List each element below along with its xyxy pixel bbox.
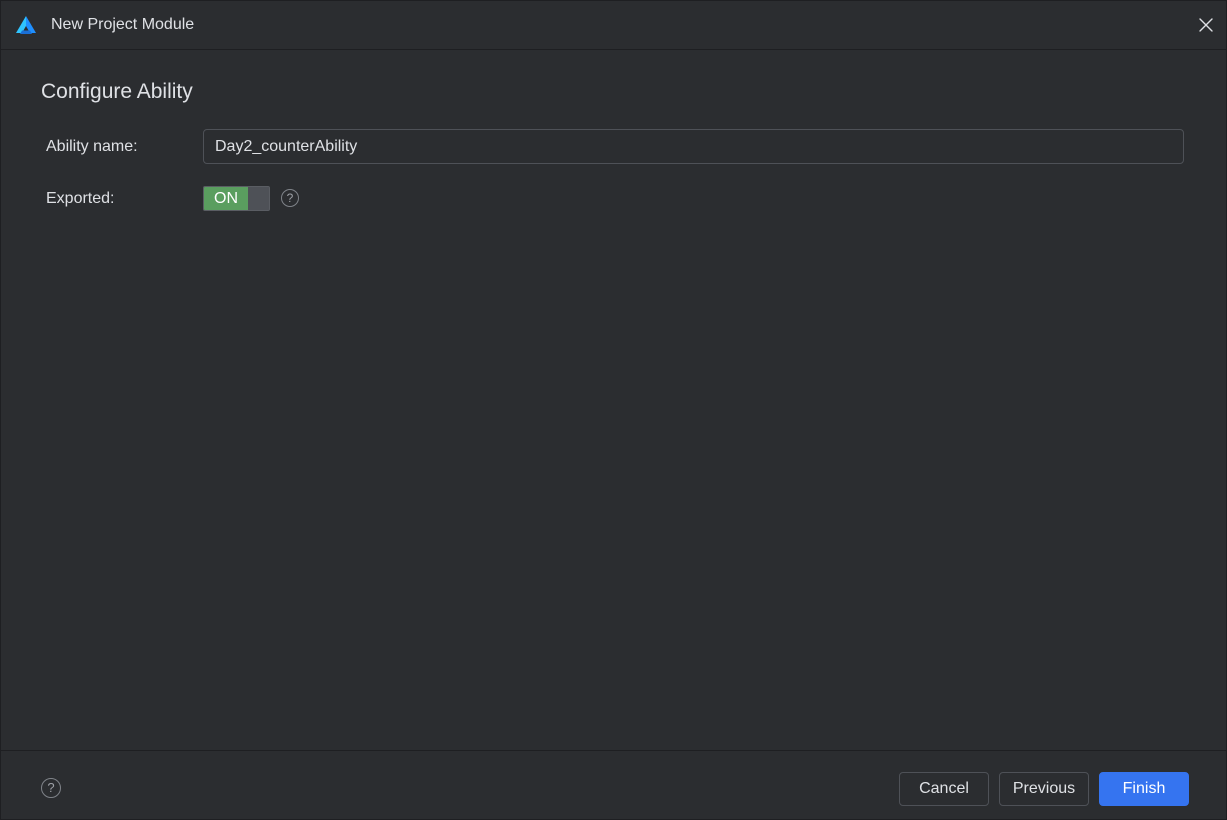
help-icon[interactable]: ? [281, 189, 299, 207]
footer-divider [1, 750, 1226, 751]
ability-name-input[interactable] [203, 129, 1184, 164]
title-bar: New Project Module [1, 1, 1226, 50]
close-icon[interactable] [1196, 15, 1216, 35]
deveco-logo-icon [15, 15, 37, 35]
exported-label: Exported: [46, 190, 115, 207]
new-project-module-dialog: New Project Module Configure Ability Abi… [0, 0, 1227, 820]
ability-name-label: Ability name: [46, 138, 138, 155]
section-title: Configure Ability [41, 80, 193, 103]
window-title: New Project Module [51, 16, 195, 33]
toggle-on-label: ON [204, 187, 248, 210]
previous-button[interactable]: Previous [999, 772, 1089, 806]
toggle-knob [248, 187, 269, 210]
cancel-button[interactable]: Cancel [899, 772, 989, 806]
finish-button[interactable]: Finish [1099, 772, 1189, 806]
exported-toggle[interactable]: ON [203, 186, 270, 211]
help-icon[interactable]: ? [41, 778, 61, 798]
